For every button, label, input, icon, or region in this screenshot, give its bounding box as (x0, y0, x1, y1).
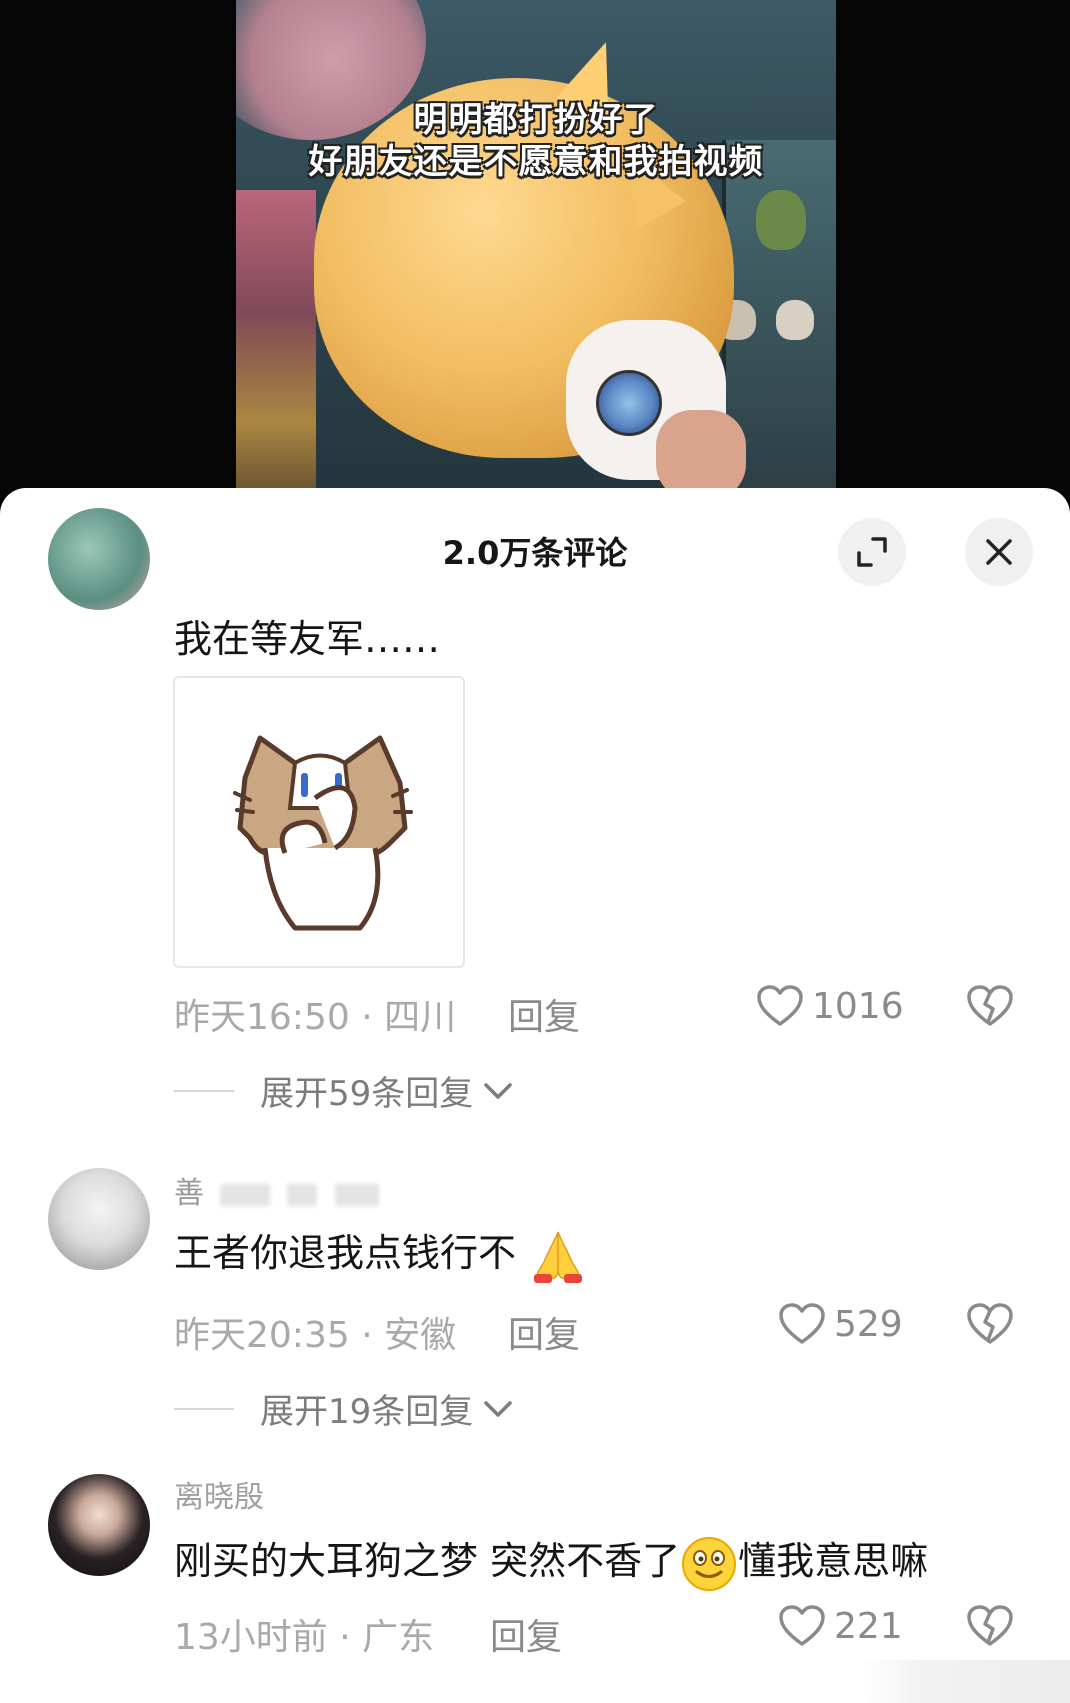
close-button[interactable] (965, 518, 1033, 586)
comment-location: 广东 (362, 1617, 435, 1658)
expand-replies[interactable]: 展开19条回复 (174, 1384, 515, 1433)
expand-icon (857, 537, 887, 567)
comment-meta: 13小时前 · 广东 (174, 1608, 434, 1660)
comment-time: 13小时前 (174, 1617, 328, 1658)
video-mascot-eye (596, 370, 662, 436)
video-jar (776, 300, 814, 340)
video-player[interactable]: 明明都打扮好了 好朋友还是不愿意和我拍视频 (0, 0, 1070, 500)
expand-replies-label: 展开59条回复 (260, 1074, 474, 1114)
heart-icon (779, 1303, 825, 1344)
meta-separator: · (349, 997, 385, 1038)
avatar[interactable] (48, 508, 150, 610)
reply-button[interactable]: 回复 (490, 1608, 562, 1660)
reply-button[interactable]: 回复 (508, 1306, 580, 1358)
comment-location: 四川 (384, 997, 457, 1038)
avatar[interactable] (48, 1168, 150, 1270)
meta-separator: · (349, 1315, 385, 1356)
avatar[interactable] (48, 1474, 150, 1576)
watermark-strip (860, 1660, 1070, 1703)
like-count: 221 (834, 1605, 903, 1647)
cat-peek-sticker[interactable] (173, 676, 465, 968)
like-count: 1016 (812, 985, 904, 1027)
comment-text: 王者你退我点钱行不 (174, 1222, 588, 1284)
cat-peek-sticker-image (233, 735, 413, 931)
comment-username[interactable]: 善 (174, 1168, 379, 1212)
comment-username[interactable]: 离晓殷 (174, 1472, 264, 1516)
username-blur (219, 1183, 270, 1206)
comment-text: 我在等友军…… (174, 617, 441, 661)
reply-button[interactable]: 回复 (508, 988, 580, 1040)
heart-icon (757, 985, 803, 1026)
video-caption-line2: 好朋友还是不愿意和我拍视频 (308, 142, 764, 182)
dislike-button[interactable] (966, 1604, 1014, 1652)
comment-meta: 昨天20:35 · 安徽 (174, 1306, 456, 1358)
comment-meta: 昨天16:50 · 四川 (174, 988, 456, 1040)
grinning-face-emoji (682, 1536, 737, 1591)
comment-text: 刚买的大耳狗之梦 突然不香了 懂我意思嘛 (174, 1530, 928, 1593)
dislike-button[interactable] (966, 984, 1014, 1032)
like-button[interactable]: 1016 (756, 984, 904, 1028)
comment-time: 昨天16:50 (174, 997, 350, 1038)
like-count: 529 (834, 1303, 903, 1345)
comment-text-content: 懂我意思嘛 (738, 1539, 929, 1583)
like-button[interactable]: 221 (778, 1604, 903, 1648)
comment-time: 昨天20:35 (174, 1315, 350, 1356)
comment-location: 安徽 (384, 1315, 457, 1356)
chevron-down-icon (484, 1082, 513, 1099)
broken-heart-icon (967, 1303, 1013, 1344)
like-button[interactable]: 529 (778, 1302, 903, 1346)
dislike-button[interactable] (966, 1302, 1014, 1350)
expand-divider (174, 1407, 234, 1410)
comment-sheet: 2.0万条评论 我在等友军…… 昨天16:50 · 四川 回复 1016 展开5… (0, 488, 1070, 1703)
comment-text-content: 刚买的大耳狗之梦 突然不香了 (174, 1539, 681, 1583)
expand-replies[interactable]: 展开59条回复 (174, 1066, 515, 1115)
comment-count-title: 2.0万条评论 (442, 534, 628, 572)
heart-icon (779, 1605, 825, 1646)
comment-text-content: 王者你退我点钱行不 (174, 1231, 517, 1275)
close-icon (986, 539, 1012, 565)
expand-replies-label: 展开19条回复 (260, 1392, 474, 1432)
username-text: 善 (174, 1176, 204, 1211)
chevron-down-icon (484, 1400, 513, 1417)
folded-hands-emoji (534, 1231, 583, 1283)
username-blur (287, 1183, 318, 1206)
video-hand (656, 410, 746, 500)
username-blur (334, 1183, 379, 1206)
expand-button[interactable] (838, 518, 906, 586)
expand-divider (174, 1089, 234, 1092)
meta-separator: · (327, 1617, 363, 1658)
video-frame[interactable]: 明明都打扮好了 好朋友还是不愿意和我拍视频 (236, 0, 836, 500)
video-vase (756, 190, 806, 250)
broken-heart-icon (967, 985, 1013, 1026)
video-left-decor (236, 190, 316, 500)
broken-heart-icon (967, 1605, 1013, 1646)
